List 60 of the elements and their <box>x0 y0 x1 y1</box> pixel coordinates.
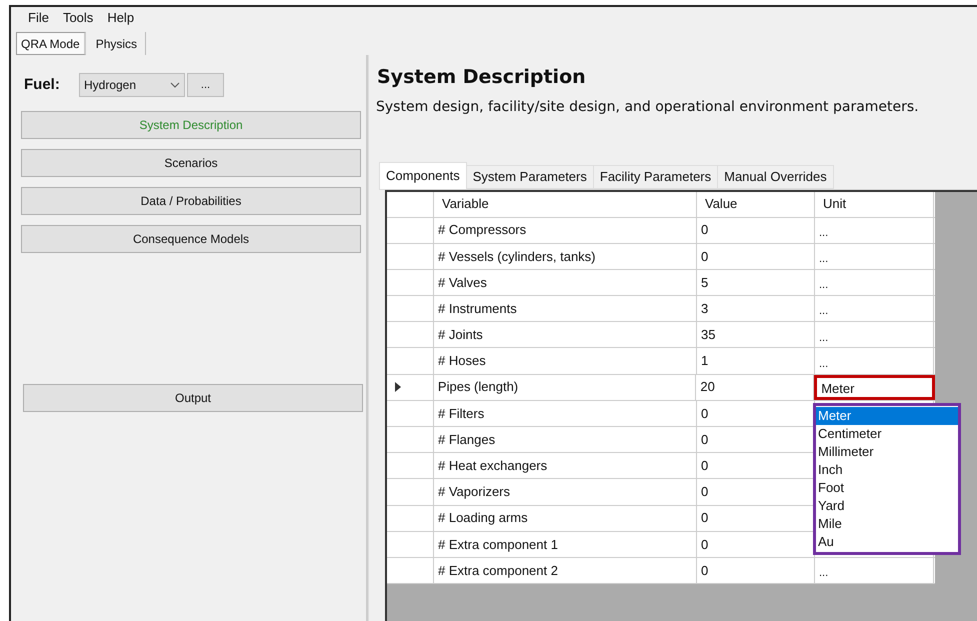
menu-item[interactable]: Help <box>107 8 134 28</box>
dropdown-option[interactable]: Yard <box>816 496 958 515</box>
table-cell: ... <box>815 244 934 269</box>
table-cell: # Vessels (cylinders, tanks) <box>434 244 697 269</box>
menu-item[interactable]: Tools <box>62 8 94 28</box>
tab[interactable]: Manual Overrides <box>718 164 834 188</box>
dropdown-option[interactable]: Inch <box>816 460 958 479</box>
table-cell: # Extra component 2 <box>434 558 697 584</box>
nav-button[interactable]: Data / Probabilities <box>21 187 361 215</box>
table-cell: ... <box>815 270 934 296</box>
mode-tab[interactable]: Physics <box>88 32 146 55</box>
table-cell: # Hoses <box>434 348 697 374</box>
nav-button[interactable]: Scenarios <box>21 149 361 177</box>
dropdown-option[interactable]: Foot <box>816 478 958 497</box>
table-cell: # Filters <box>434 400 697 426</box>
table-cell: ... <box>815 218 934 243</box>
dropdown-option[interactable]: Millimeter <box>816 442 958 461</box>
fuel-select[interactable]: Hydrogen <box>79 73 185 97</box>
table-cell: Pipes (length) <box>434 374 696 400</box>
table-cell: 5 <box>697 270 815 296</box>
table-cell: # Loading arms <box>434 506 697 531</box>
page-title: System Description <box>377 65 587 90</box>
column-header: Value <box>697 192 815 216</box>
table-cell: # Valves <box>434 270 697 296</box>
table-cell: # Heat exchangers <box>434 453 697 478</box>
table-cell: 1 <box>697 348 815 374</box>
unit-field[interactable]: Meter <box>814 374 935 400</box>
page-subtitle: System design, facility/site design, and operational environment parameters. <box>376 98 920 116</box>
table-cell: ... <box>815 348 934 374</box>
table-cell: 3 <box>697 296 815 322</box>
table-cell: 0 <box>697 244 815 269</box>
column-header: Variable <box>434 192 697 216</box>
table-cell: 35 <box>697 322 815 348</box>
fuel-label: Fuel: <box>23 74 61 95</box>
table-cell: ... <box>815 322 934 348</box>
mode-tab[interactable]: QRA Mode <box>16 32 86 55</box>
table-cell: # Vaporizers <box>434 479 697 505</box>
more-button[interactable]: ... <box>187 73 224 97</box>
tab[interactable]: System Parameters <box>466 164 594 188</box>
dropdown-option[interactable]: Mile <box>816 514 958 533</box>
dropdown-option[interactable]: Au <box>816 532 958 551</box>
nav-button[interactable]: Consequence Models <box>21 225 361 253</box>
column-header: Unit <box>815 192 934 216</box>
dropdown-option[interactable]: Meter <box>816 406 958 425</box>
tab[interactable]: Components <box>379 162 467 188</box>
table-cell: # Joints <box>434 322 697 348</box>
dropdown-option[interactable]: Centimeter <box>816 424 958 443</box>
menu-item[interactable]: File <box>28 8 49 28</box>
table-cell: # Flanges <box>434 427 697 452</box>
table-cell: 0 <box>697 218 815 243</box>
tab[interactable]: Facility Parameters <box>594 164 718 188</box>
table-cell: # Extra component 1 <box>434 532 697 557</box>
table-cell: # Instruments <box>434 296 697 322</box>
row-pointer-icon <box>395 382 401 392</box>
chevron-icon <box>170 82 180 88</box>
table-cell: ... <box>815 296 934 322</box>
nav-button[interactable]: Output <box>23 384 363 412</box>
table-cell: ... <box>815 558 934 584</box>
table-cell: 0 <box>697 558 815 584</box>
table-cell: # Compressors <box>434 218 697 243</box>
